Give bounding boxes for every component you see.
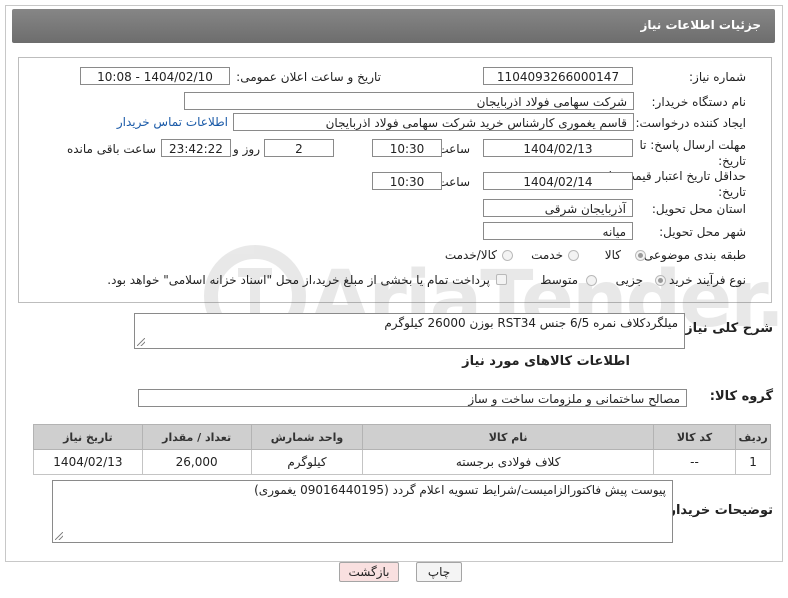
summary-label: شرح کلی نیاز: (679, 321, 773, 336)
buyer-notes-textarea[interactable]: پیوست پیش فاکتورالزامیست/شرایط تسویه اعل… (52, 480, 673, 543)
col-header-name: نام کالا (362, 424, 654, 450)
announce-label: تاریخ و ساعت اعلان عمومی: (236, 70, 381, 84)
reply-time-field: 10:30 (372, 139, 442, 157)
need-number-field: 1104093266000147 (483, 67, 633, 85)
cell-date: 1404/02/13 (33, 449, 143, 475)
cell-code: -- (652, 449, 737, 475)
summary-textarea[interactable]: میلگردکلاف نمره 6/5 جنس RST34 بوزن 26000… (134, 313, 685, 349)
buyer-notes-label: توضیحات خریدار: (663, 503, 773, 518)
province-field: آذربایجان شرقی (483, 199, 633, 217)
treasury-payment-note: پرداخت تمام یا بخشی از مبلغ خرید،از محل … (107, 273, 490, 287)
category-label: طبقه بندی موضوعی: (639, 248, 746, 262)
buyer-org-label: نام دستگاه خریدار: (651, 95, 747, 109)
print-button[interactable]: چاپ (416, 562, 462, 582)
reply-date-field: 1404/02/13 (483, 139, 633, 157)
province-label: استان محل تحویل: (651, 202, 746, 216)
category-radio-goods[interactable] (635, 250, 646, 261)
goods-group-field: مصالح ساختمانی و ملزومات ساخت و ساز (138, 389, 687, 407)
col-header-unit: واحد شمارش (250, 424, 364, 450)
city-field: میانه (483, 222, 633, 240)
category-option-goods-service: کالا/خدمت (444, 248, 497, 262)
cell-name: کلاف فولادی برجسته (362, 449, 654, 475)
buyer-contact-link[interactable]: اطلاعات تماس خریدار (117, 115, 228, 129)
page-title: جزئیات اطلاعات نیاز (640, 18, 761, 32)
price-time-field: 10:30 (372, 172, 442, 190)
col-header-date: تاریخ نیاز (33, 424, 143, 450)
table-row: 1 -- کلاف فولادی برجسته کیلوگرم 26,000 1… (33, 449, 771, 475)
process-label: نوع فرآیند خرید : (661, 273, 746, 287)
process-radio-medium[interactable] (586, 275, 597, 286)
goods-info-title: اطلاعات کالاهای مورد نیاز (462, 354, 630, 369)
days-field: 2 (264, 139, 334, 157)
price-time-label: ساعت (437, 175, 470, 189)
page-header: جزئیات اطلاعات نیاز (12, 9, 775, 43)
col-header-code: کد کالا (652, 424, 737, 450)
resize-grip-icon[interactable] (137, 338, 145, 346)
announce-datetime-field: 1404/02/10 - 10:08 (80, 67, 230, 85)
buyer-notes-text: پیوست پیش فاکتورالزامیست/شرایط تسویه اعل… (254, 483, 666, 497)
category-radio-service[interactable] (568, 250, 579, 261)
process-option-minor: جزیی (615, 273, 643, 287)
resize-grip-icon[interactable] (55, 532, 63, 540)
remaining-time-field: 23:42:22 (161, 139, 231, 157)
cell-qty: 26,000 (141, 449, 252, 475)
treasury-payment-checkbox[interactable] (496, 274, 507, 285)
goods-group-label: گروه کالا: (709, 389, 773, 404)
cell-row-number: 1 (735, 449, 771, 475)
process-option-medium: متوسط (540, 273, 578, 287)
creator-field: قاسم یغموری کارشناس خرید شرکت سهامی فولا… (233, 113, 634, 131)
reply-deadline-label: مهلت ارسال پاسخ: تا تاریخ: (639, 138, 746, 168)
city-label: شهر محل تحویل: (659, 225, 746, 239)
days-label: روز و (233, 142, 260, 156)
reply-time-label: ساعت (437, 142, 470, 156)
price-date-field: 1404/02/14 (483, 172, 633, 190)
category-option-goods: کالا (604, 248, 621, 262)
summary-text: میلگردکلاف نمره 6/5 جنس RST34 بوزن 26000… (384, 316, 678, 330)
remaining-time-label: ساعت باقی مانده (66, 142, 156, 156)
back-button[interactable]: بازگشت (339, 562, 399, 582)
creator-label: ایجاد کننده درخواست: (635, 116, 746, 130)
col-header-row: ردیف (735, 424, 771, 450)
col-header-qty: تعداد / مقدار (141, 424, 252, 450)
goods-table: ردیف کد کالا نام کالا واحد شمارش تعداد /… (33, 424, 771, 475)
category-option-service: خدمت (531, 248, 563, 262)
buyer-org-field: شرکت سهامی فولاد اذربایجان (184, 92, 634, 110)
process-radio-minor[interactable] (655, 275, 666, 286)
category-radio-goods-service[interactable] (502, 250, 513, 261)
cell-unit: کیلوگرم (250, 449, 364, 475)
need-number-label: شماره نیاز: (689, 70, 746, 84)
